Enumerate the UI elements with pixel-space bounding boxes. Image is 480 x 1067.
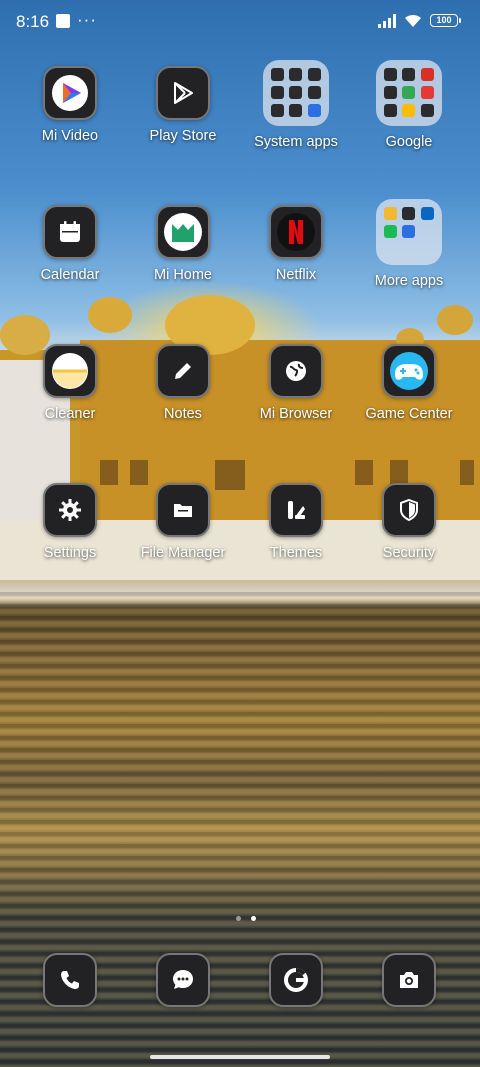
app-label: Themes bbox=[269, 545, 323, 561]
app-label: Security bbox=[382, 545, 436, 561]
app-game-center[interactable]: Game Center bbox=[354, 344, 464, 422]
app-mi-browser[interactable]: Mi Browser bbox=[241, 344, 351, 422]
play-store-icon bbox=[156, 66, 210, 120]
app-label: Google bbox=[385, 134, 433, 150]
dock-chrome[interactable] bbox=[241, 953, 351, 1007]
page-dot bbox=[236, 916, 241, 921]
game-center-icon bbox=[382, 344, 436, 398]
notification-icon bbox=[56, 14, 70, 28]
dock-camera[interactable] bbox=[354, 953, 464, 1007]
folder-google[interactable]: Google bbox=[354, 60, 464, 150]
calendar-icon bbox=[43, 205, 97, 259]
status-bar: 8:16 ··· 100 bbox=[0, 0, 480, 44]
camera-icon bbox=[382, 953, 436, 1007]
mi-home-icon bbox=[156, 205, 210, 259]
app-label: File Manager bbox=[140, 545, 226, 561]
gear-icon bbox=[43, 483, 97, 537]
page-indicator bbox=[231, 908, 261, 926]
app-label: Game Center bbox=[365, 406, 453, 422]
messaging-icon bbox=[156, 953, 210, 1007]
app-label: Mi Home bbox=[153, 267, 212, 283]
app-label: More apps bbox=[374, 273, 444, 289]
app-themes[interactable]: Themes bbox=[241, 483, 351, 561]
dock-phone[interactable] bbox=[15, 953, 125, 1007]
globe-icon bbox=[269, 344, 323, 398]
app-file-manager[interactable]: File Manager bbox=[128, 483, 238, 561]
app-label: Mi Video bbox=[41, 128, 99, 144]
battery-icon: 100 bbox=[430, 14, 461, 27]
more-notifications-icon: ··· bbox=[77, 10, 97, 29]
notes-icon bbox=[156, 344, 210, 398]
more-apps-folder-icon bbox=[376, 199, 442, 265]
google-folder-icon bbox=[376, 60, 442, 126]
app-label: Settings bbox=[43, 545, 97, 561]
system-apps-folder-icon bbox=[263, 60, 329, 126]
app-label: Play Store bbox=[149, 128, 217, 144]
themes-icon bbox=[269, 483, 323, 537]
chrome-icon bbox=[269, 953, 323, 1007]
app-calendar[interactable]: Calendar bbox=[15, 205, 125, 283]
app-play-store[interactable]: Play Store bbox=[128, 66, 238, 144]
app-mi-home[interactable]: Mi Home bbox=[128, 205, 238, 283]
page-dot-active bbox=[251, 916, 256, 921]
app-label: Mi Browser bbox=[259, 406, 333, 422]
folder-icon bbox=[156, 483, 210, 537]
netflix-icon bbox=[269, 205, 323, 259]
app-security[interactable]: Security bbox=[354, 483, 464, 561]
signal-icon bbox=[378, 14, 396, 28]
cleaner-icon bbox=[43, 344, 97, 398]
app-label: Netflix bbox=[275, 267, 317, 283]
app-mi-video[interactable]: Mi Video bbox=[15, 66, 125, 144]
phone-icon bbox=[43, 953, 97, 1007]
wifi-icon bbox=[405, 14, 421, 27]
folder-more-apps[interactable]: More apps bbox=[354, 199, 464, 289]
app-label: System apps bbox=[254, 134, 338, 150]
status-time: 8:16 bbox=[16, 12, 50, 31]
app-label: Calendar bbox=[40, 267, 100, 283]
app-notes[interactable]: Notes bbox=[128, 344, 238, 422]
home-gesture-bar[interactable] bbox=[150, 1055, 330, 1059]
app-label: Notes bbox=[164, 406, 202, 422]
app-netflix[interactable]: Netflix bbox=[241, 205, 351, 283]
shield-icon bbox=[382, 483, 436, 537]
app-label: Cleaner bbox=[44, 406, 96, 422]
folder-system-apps[interactable]: System apps bbox=[241, 60, 351, 150]
dock-messaging[interactable] bbox=[128, 953, 238, 1007]
mi-video-icon bbox=[43, 66, 97, 120]
app-cleaner[interactable]: Cleaner bbox=[15, 344, 125, 422]
app-settings[interactable]: Settings bbox=[15, 483, 125, 561]
